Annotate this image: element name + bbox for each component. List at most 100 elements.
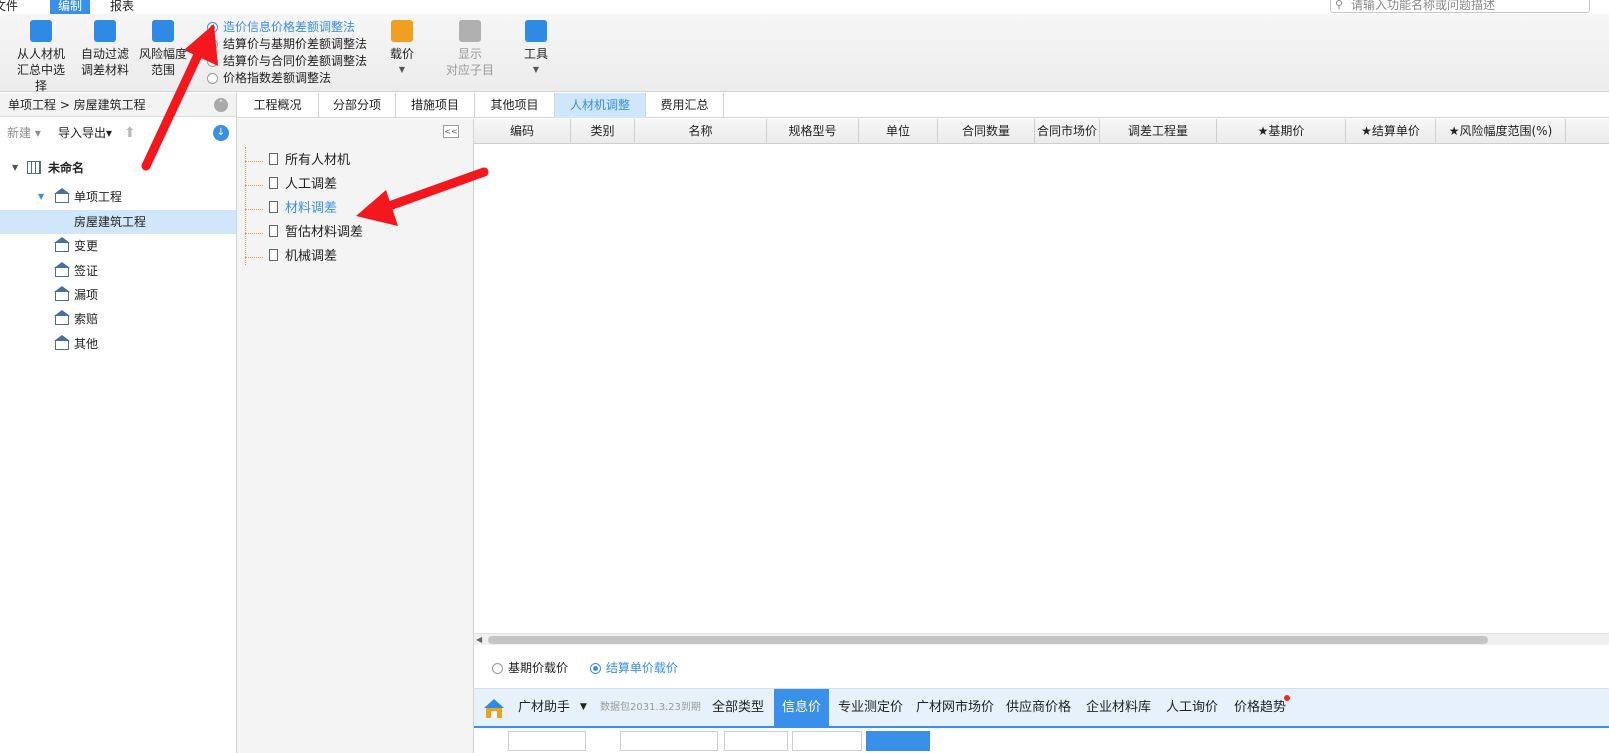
- tree-guide-tick: [245, 185, 263, 186]
- filter-field-3[interactable]: [724, 731, 788, 751]
- notification-dot-icon: [1284, 695, 1291, 701]
- scrollbar-thumb[interactable]: [488, 636, 1488, 644]
- project-toolbar: 新建 ▾ 导入导出▾ ⬆ ↓: [0, 117, 236, 149]
- show-sub-items-icon: [459, 20, 481, 42]
- new-button[interactable]: 新建 ▾: [7, 126, 41, 140]
- option-base-price-load[interactable]: 基期价载价: [492, 660, 568, 677]
- tree-item-change[interactable]: 变更: [0, 234, 236, 258]
- load-price-label: 载价: [389, 47, 414, 61]
- assist-tab-professional-price[interactable]: 专业测定价: [830, 689, 911, 727]
- auto-filter-button[interactable]: 自动过滤 调差材料: [78, 20, 132, 78]
- tree-guide-tick: [245, 257, 263, 258]
- assist-tab-enterprise-library[interactable]: 企业材料库: [1078, 689, 1159, 727]
- tab-cost-summary[interactable]: 费用汇总: [646, 93, 724, 118]
- scroll-left-icon[interactable]: ◀: [476, 634, 482, 646]
- search-icon: ⚲: [1335, 0, 1344, 11]
- col-type[interactable]: 类别: [571, 119, 635, 144]
- house-icon: [54, 335, 70, 350]
- select-from-summary-icon: [30, 20, 52, 42]
- tree-guide-tick: [245, 233, 263, 234]
- assist-tab-all-types[interactable]: 全部类型: [704, 689, 772, 727]
- tree-item-single-project[interactable]: ▼ 单项工程: [0, 185, 236, 209]
- expand-arrow-icon[interactable]: ▼: [38, 185, 44, 209]
- method-option-contract-price[interactable]: 结算价与合同价差额调整法: [207, 53, 367, 70]
- show-sub-items-button[interactable]: 显示 对应子目: [442, 20, 498, 78]
- col-unit[interactable]: 单位: [859, 119, 938, 144]
- menu-file[interactable]: 文件: [0, 0, 26, 14]
- auto-filter-label-1: 自动过滤: [80, 47, 129, 61]
- tab-sub-items[interactable]: 分部分项: [319, 93, 396, 118]
- method-option-info-price[interactable]: 造价信息价格差额调整法: [207, 19, 367, 36]
- tools-button[interactable]: 工具 ▼: [518, 20, 554, 78]
- search-input[interactable]: ⚲ 请输入功能名称或问题描述: [1330, 0, 1590, 13]
- col-spec[interactable]: 规格型号: [767, 119, 859, 144]
- price-load-options: 基期价载价 结算单价载价: [492, 660, 696, 677]
- assist-tab-supplier-price[interactable]: 供应商价格: [998, 689, 1079, 727]
- tree-guide-tick: [245, 209, 263, 210]
- import-export-button[interactable]: 导入导出▾: [58, 117, 112, 149]
- breadcrumb-text: 单项工程 > 房屋建筑工程: [8, 98, 146, 112]
- filter-field-4[interactable]: [792, 731, 862, 751]
- tree-item-label: 房屋建筑工程: [74, 215, 147, 229]
- filter-search-button[interactable]: [866, 731, 930, 751]
- select-from-summary-button[interactable]: 从人材机 汇总中选择: [12, 20, 70, 94]
- tree-item-root[interactable]: ▼ 未命名: [0, 156, 236, 180]
- tab-material-adjust[interactable]: 人材机调整: [555, 93, 646, 118]
- tree-item-building-project[interactable]: 房屋建筑工程: [0, 210, 236, 234]
- method-option-base-price[interactable]: 结算价与基期价差额调整法: [207, 36, 367, 53]
- load-price-button[interactable]: 载价 ▼: [384, 20, 420, 78]
- tab-overview[interactable]: 工程概况: [237, 93, 319, 118]
- house-icon: [54, 188, 70, 203]
- assist-tab-info-price[interactable]: 信息价: [774, 689, 830, 727]
- collapse-up-icon[interactable]: ˄: [214, 98, 228, 112]
- col-settle-price[interactable]: ★结算单价: [1346, 119, 1436, 144]
- method-option-price-index[interactable]: 价格指数差额调整法: [207, 70, 367, 87]
- collapse-left-icon[interactable]: <<: [443, 125, 459, 138]
- assist-tab-market-price[interactable]: 广材网市场价: [908, 689, 1002, 727]
- menu-edit[interactable]: 编制: [50, 0, 91, 14]
- tree-item-claim[interactable]: 索赔: [0, 307, 236, 331]
- col-contract-market-price[interactable]: 合同市场价: [1035, 119, 1100, 144]
- expand-arrow-icon[interactable]: ▼: [12, 156, 18, 180]
- col-name[interactable]: 名称: [635, 119, 767, 144]
- tree-item-label: 未命名: [48, 161, 85, 175]
- grid-header: 编码 类别 名称 规格型号 单位 合同数量 合同市场价 调差工程量 ★基期价 ★…: [474, 119, 1609, 144]
- filter-field-2[interactable]: [620, 731, 718, 751]
- option-settle-price-load[interactable]: 结算单价载价: [589, 660, 678, 677]
- assistant-divider: [474, 726, 1609, 728]
- risk-range-label-2: 范围: [150, 63, 175, 77]
- assistant-dropdown-icon[interactable]: ▼: [580, 689, 587, 725]
- risk-range-button[interactable]: 风险幅度 范围: [136, 20, 190, 78]
- col-adjust-qty[interactable]: 调差工程量: [1100, 119, 1217, 144]
- tree-item-visa[interactable]: 签证: [0, 259, 236, 283]
- col-risk-range[interactable]: ★风险幅度范围(%): [1436, 119, 1566, 144]
- risk-range-label-1: 风险幅度: [138, 47, 187, 61]
- filter-field-1[interactable]: [508, 731, 586, 751]
- search-placeholder: 请输入功能名称或问题描述: [1351, 0, 1496, 12]
- tree-item-label: 签证: [74, 264, 99, 278]
- assist-tab-price-trend[interactable]: 价格趋势: [1226, 689, 1294, 727]
- menu-bar: 文件 编制 报表 ⚲ 请输入功能名称或问题描述: [0, 0, 1609, 14]
- tab-measures[interactable]: 措施项目: [396, 93, 475, 118]
- assistant-name[interactable]: 广材助手: [518, 689, 570, 727]
- tree-item-other[interactable]: 其他: [0, 332, 236, 356]
- tab-other-items[interactable]: 其他项目: [475, 93, 555, 118]
- building-icon: [27, 161, 41, 174]
- horizontal-scrollbar[interactable]: ◀: [474, 633, 1609, 645]
- select-from-summary-label-2: 汇总中选择: [16, 63, 65, 93]
- show-sub-items-label-2: 对应子目: [445, 63, 494, 77]
- load-price-dropdown-icon: ▼: [398, 65, 406, 74]
- col-code[interactable]: 编码: [474, 119, 571, 144]
- tree-item-omission[interactable]: 漏项: [0, 283, 236, 307]
- main-tabs: 工程概况 分部分项 措施项目 其他项目 人材机调整 费用汇总: [237, 93, 1609, 118]
- col-contract-qty[interactable]: 合同数量: [938, 119, 1035, 144]
- move-up-icon[interactable]: ⬆: [124, 117, 136, 149]
- tools-label: 工具: [523, 47, 548, 61]
- ribbon-toolbar: 从人材机 汇总中选择 自动过滤 调差材料 风险幅度 范围 造价信息价格差额调整法…: [0, 14, 1609, 94]
- menu-report[interactable]: 报表: [102, 0, 142, 14]
- price-assistant-panel: 基期价载价 结算单价载价 广材助手 ▼ 数据包2031.3.23到期 全部类型 …: [474, 656, 1609, 753]
- project-tree-panel: 单项工程 > 房屋建筑工程 ˄ 新建 ▾ 导入导出▾ ⬆ ↓ ▼ 未命名 ▼ 单…: [0, 93, 237, 753]
- col-base-price[interactable]: ★基期价: [1217, 119, 1346, 144]
- assist-tab-labor-inquiry[interactable]: 人工询价: [1158, 689, 1226, 727]
- download-icon[interactable]: ↓: [213, 125, 229, 141]
